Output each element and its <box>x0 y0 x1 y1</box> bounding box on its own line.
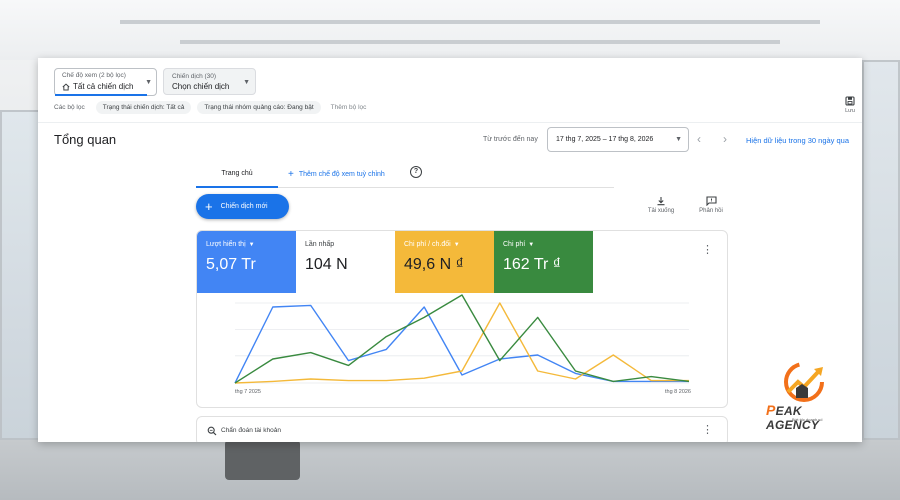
metric-value: 49,6 N ₫ <box>404 256 464 273</box>
help-icon[interactable]: ? <box>410 166 422 178</box>
save-icon <box>845 96 855 106</box>
tab-add-custom-view-label: Thêm chế độ xem tuỳ chỉnh <box>298 171 385 178</box>
download-button[interactable]: Tải xuống <box>641 196 681 214</box>
metric-label: Chi phí <box>503 241 526 248</box>
new-campaign-label: Chiến dịch mới <box>220 203 268 210</box>
metric-label: Lần nhấp <box>305 241 335 248</box>
campaign-select[interactable]: Chiến dịch (30) Chọn chiến dịch ▼ <box>163 68 256 95</box>
divider <box>38 122 862 123</box>
save-button[interactable]: Lưu <box>841 96 859 114</box>
new-campaign-button[interactable]: + Chiến dịch mới <box>196 194 289 219</box>
metric-cost-per-conversion[interactable]: Chi phí / ch.đổi ▼ 49,6 N ₫ <box>395 231 494 293</box>
caret-down-icon: ▼ <box>528 241 535 248</box>
metric-label: Chi phí / ch.đổi <box>404 241 451 248</box>
window <box>862 60 900 440</box>
chart-series-line-1 <box>234 302 689 384</box>
logo-slogan: Bứt tốc doanh số <box>792 417 823 422</box>
download-label: Tải xuống <box>647 208 675 214</box>
chevron-right-icon[interactable]: › <box>723 132 727 146</box>
floor <box>0 440 900 500</box>
table <box>225 440 300 480</box>
x-axis-end-label: thg 8 2026 <box>665 389 691 395</box>
view-mode-select[interactable]: Chế độ xem (2 bộ lọc) Tất cả chiến dịch … <box>54 68 157 96</box>
view-mode-focus-underline <box>55 94 147 96</box>
date-range-select[interactable]: 17 thg 7, 2025 – 17 thg 8, 2026 ▼ <box>547 127 689 152</box>
peak-agency-logo: PEAK AGENCY Bứt tốc doanh số <box>760 358 850 432</box>
campaign-sublabel: Chiến dịch (30) <box>172 73 217 80</box>
view-mode-value: Tất cả chiến dịch <box>62 82 133 91</box>
performance-line-chart: thg 7 2025 thg 8 2026 <box>234 294 691 395</box>
download-icon <box>657 197 665 206</box>
feedback-icon <box>705 196 717 206</box>
plus-icon: + <box>205 199 213 214</box>
performance-card: Lượt hiển thị ▼ 5,07 Tr Lần nhấp 104 N Ch… <box>196 230 728 408</box>
save-label: Lưu <box>845 108 855 114</box>
plus-icon: + <box>288 169 294 180</box>
ceiling-beam <box>180 40 780 44</box>
account-diagnostics-bar[interactable]: Chẩn đoán tài khoản ⋮ <box>196 416 728 442</box>
metric-cost[interactable]: Chi phí ▼ 162 Tr ₫ <box>494 231 593 293</box>
more-vert-icon[interactable]: ⋮ <box>702 243 713 256</box>
logo-brand-initial: P <box>766 402 776 418</box>
x-axis-start-label: thg 7 2025 <box>235 389 261 395</box>
logo-mark-icon <box>784 362 824 402</box>
feedback-label: Phản hồi <box>699 208 723 214</box>
campaign-value: Chọn chiến dịch <box>172 82 230 91</box>
chevron-down-icon: ▼ <box>243 79 250 86</box>
ads-overview-panel: Chế độ xem (2 bộ lọc) Tất cả chiến dịch … <box>38 58 862 442</box>
filter-bar: Các bộ lọc Trạng thái chiến dịch: Tất cả… <box>54 99 366 115</box>
tab-home[interactable]: Trang chủ <box>196 162 278 188</box>
home-icon <box>62 83 70 91</box>
date-range-label: Từ trước đến nay <box>483 136 538 143</box>
add-filter-button[interactable]: Thêm bộ lọc <box>331 104 367 111</box>
tab-add-custom-view[interactable]: + Thêm chế độ xem tuỳ chỉnh <box>288 169 385 180</box>
more-vert-icon[interactable]: ⋮ <box>702 423 713 436</box>
window <box>0 110 40 440</box>
chevron-down-icon: ▼ <box>145 79 152 86</box>
tab-bar: Trang chủ + Thêm chế độ xem tuỳ chỉnh ? <box>196 162 614 188</box>
page-title: Tổng quan <box>54 132 117 147</box>
filter-chip-adgroup-status[interactable]: Trạng thái nhóm quảng cáo: Đang bật <box>197 100 321 114</box>
diagnostics-search-icon <box>207 426 217 436</box>
metric-label: Lượt hiển thị <box>206 241 246 248</box>
ceiling-beam <box>120 20 820 24</box>
chevron-down-icon: ▼ <box>675 136 682 143</box>
ceiling <box>0 0 900 60</box>
date-range-value: 17 thg 7, 2025 – 17 thg 8, 2026 <box>556 136 654 143</box>
account-diagnostics-label: Chẩn đoán tài khoản <box>221 427 281 434</box>
metric-value: 162 Tr ₫ <box>503 256 562 273</box>
feedback-button[interactable]: Phản hồi <box>691 196 731 214</box>
metric-value: 5,07 Tr <box>206 256 256 273</box>
metric-impressions[interactable]: Lượt hiển thị ▼ 5,07 Tr <box>197 231 296 293</box>
show-last-30-days-link[interactable]: Hiện dữ liệu trong 30 ngày qua <box>746 136 849 145</box>
metric-clicks[interactable]: Lần nhấp 104 N <box>296 231 395 293</box>
view-mode-sublabel: Chế độ xem (2 bộ lọc) <box>62 72 126 79</box>
metric-value: 104 N <box>305 256 348 273</box>
caret-down-icon: ▼ <box>453 241 460 248</box>
view-mode-text: Tất cả chiến dịch <box>73 82 134 91</box>
caret-down-icon: ▼ <box>248 241 255 248</box>
filter-chip-campaign-status[interactable]: Trạng thái chiến dịch: Tất cả <box>95 100 192 114</box>
chevron-left-icon[interactable]: ‹ <box>697 132 701 146</box>
filters-label: Các bộ lọc <box>54 103 85 111</box>
